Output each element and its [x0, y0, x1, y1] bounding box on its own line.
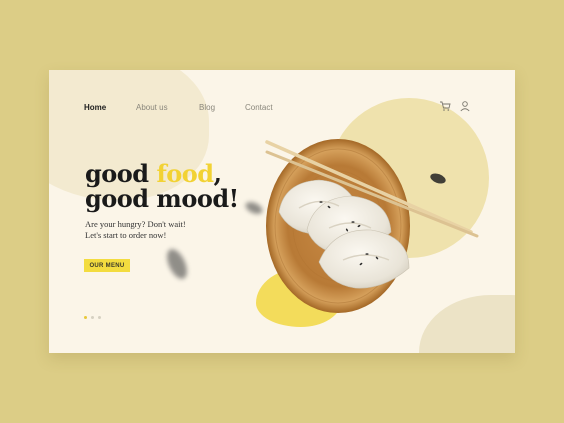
- carousel-dot[interactable]: [84, 316, 87, 319]
- our-menu-button[interactable]: OUR MENU: [84, 259, 130, 272]
- subtitle-line1: Are your hungry? Don't wait!: [85, 219, 186, 229]
- subtitle-line2: Let's start to order now!: [85, 230, 167, 240]
- nav-item-contact[interactable]: Contact: [245, 103, 273, 112]
- blurred-seed: [162, 246, 192, 282]
- headline-line2: good mood!: [85, 184, 239, 213]
- cart-icon[interactable]: [439, 100, 451, 112]
- user-icon[interactable]: [459, 100, 471, 112]
- dumpling-plate-image: [265, 139, 479, 313]
- nav-item-about[interactable]: About us: [136, 103, 168, 112]
- hero-subtitle: Are your hungry? Don't wait! Let's start…: [85, 219, 215, 241]
- landing-card: Home About us Blog Contact good food, go…: [49, 70, 515, 353]
- hero-headline: good food, good mood!: [85, 161, 239, 211]
- nav-item-home[interactable]: Home: [84, 103, 106, 112]
- nav-item-blog[interactable]: Blog: [199, 103, 215, 112]
- carousel-dot[interactable]: [91, 316, 94, 319]
- carousel-dot[interactable]: [98, 316, 101, 319]
